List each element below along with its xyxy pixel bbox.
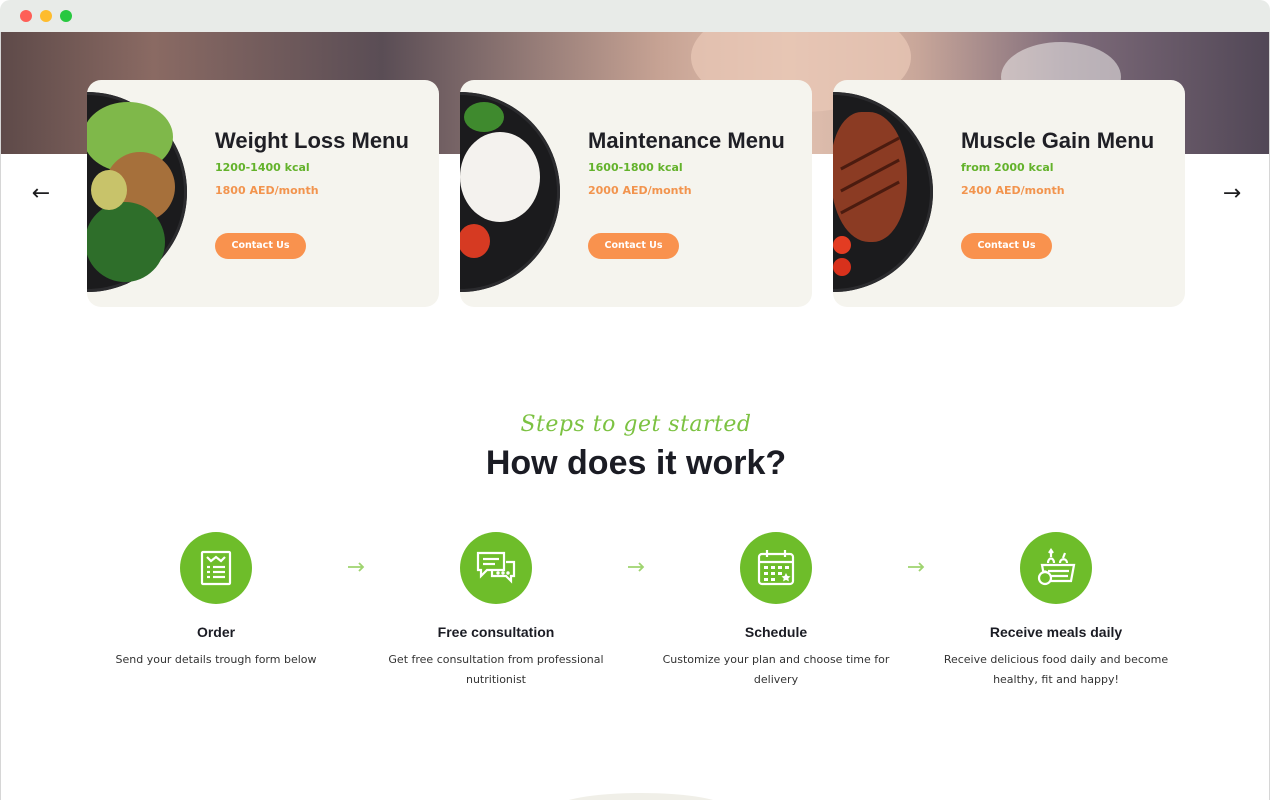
step-title: Order bbox=[196, 624, 236, 640]
step-description: Receive delicious food daily and become … bbox=[943, 653, 1169, 686]
page: ← → Weight Loss Menu 1200-1400 kcal 1800… bbox=[0, 32, 1270, 800]
contact-us-button[interactable]: Contact Us bbox=[588, 233, 679, 259]
chat-bubbles-icon bbox=[460, 532, 532, 604]
step-description: Get free consultation from professional … bbox=[388, 653, 604, 686]
step-title: Free consultation bbox=[437, 624, 555, 640]
card-title: Maintenance Menu bbox=[588, 128, 785, 153]
section-title: How does it work? bbox=[485, 444, 787, 482]
step-order: Order Send your details trough form belo… bbox=[101, 532, 331, 670]
card-title: Muscle Gain Menu bbox=[961, 128, 1155, 153]
minimize-window-dot[interactable] bbox=[40, 10, 52, 22]
card-price: 1800 AED/month bbox=[215, 184, 319, 197]
calendar-icon bbox=[740, 532, 812, 604]
salad-plate-image bbox=[87, 92, 187, 292]
contact-us-button[interactable]: Contact Us bbox=[215, 233, 306, 259]
food-basket-icon bbox=[1020, 532, 1092, 604]
step-description: Customize your plan and choose time for … bbox=[662, 653, 890, 686]
step-title: Schedule bbox=[744, 624, 808, 640]
step-arrow-icon bbox=[348, 562, 365, 572]
step-free-consultation: Free consultation Get free consultation … bbox=[381, 532, 611, 690]
card-price: 2400 AED/month bbox=[961, 184, 1065, 197]
rice-plate-image bbox=[460, 92, 560, 292]
card-kcal: 1600-1800 kcal bbox=[588, 161, 683, 174]
steak-plate-image bbox=[833, 92, 933, 292]
step-arrow-icon bbox=[628, 562, 645, 572]
carousel-prev-button[interactable]: ← bbox=[29, 182, 53, 206]
step-arrow-icon bbox=[908, 562, 925, 572]
order-form-icon bbox=[180, 532, 252, 604]
card-title: Weight Loss Menu bbox=[215, 128, 409, 153]
contact-us-button[interactable]: Contact Us bbox=[961, 233, 1052, 259]
browser-chrome bbox=[0, 0, 1270, 32]
step-receive-meals: Receive meals daily Receive delicious fo… bbox=[941, 532, 1171, 690]
card-price: 2000 AED/month bbox=[588, 184, 692, 197]
close-window-dot[interactable] bbox=[20, 10, 32, 22]
step-title: Receive meals daily bbox=[989, 624, 1123, 640]
carousel-next-button[interactable]: → bbox=[1220, 182, 1244, 206]
next-section-image-edge bbox=[556, 793, 726, 800]
menu-card-muscle-gain: Muscle Gain Menu from 2000 kcal 2400 AED… bbox=[833, 80, 1185, 307]
step-description: Send your details trough form below bbox=[115, 653, 317, 666]
menu-card-maintenance: Maintenance Menu 1600-1800 kcal 2000 AED… bbox=[460, 80, 812, 307]
menu-card-weight-loss: Weight Loss Menu 1200-1400 kcal 1800 AED… bbox=[87, 80, 439, 307]
step-schedule: Schedule Customize your plan and choose … bbox=[661, 532, 891, 690]
card-kcal: 1200-1400 kcal bbox=[215, 161, 310, 174]
maximize-window-dot[interactable] bbox=[60, 10, 72, 22]
section-kicker: Steps to get started bbox=[520, 412, 752, 437]
card-kcal: from 2000 kcal bbox=[961, 161, 1054, 174]
